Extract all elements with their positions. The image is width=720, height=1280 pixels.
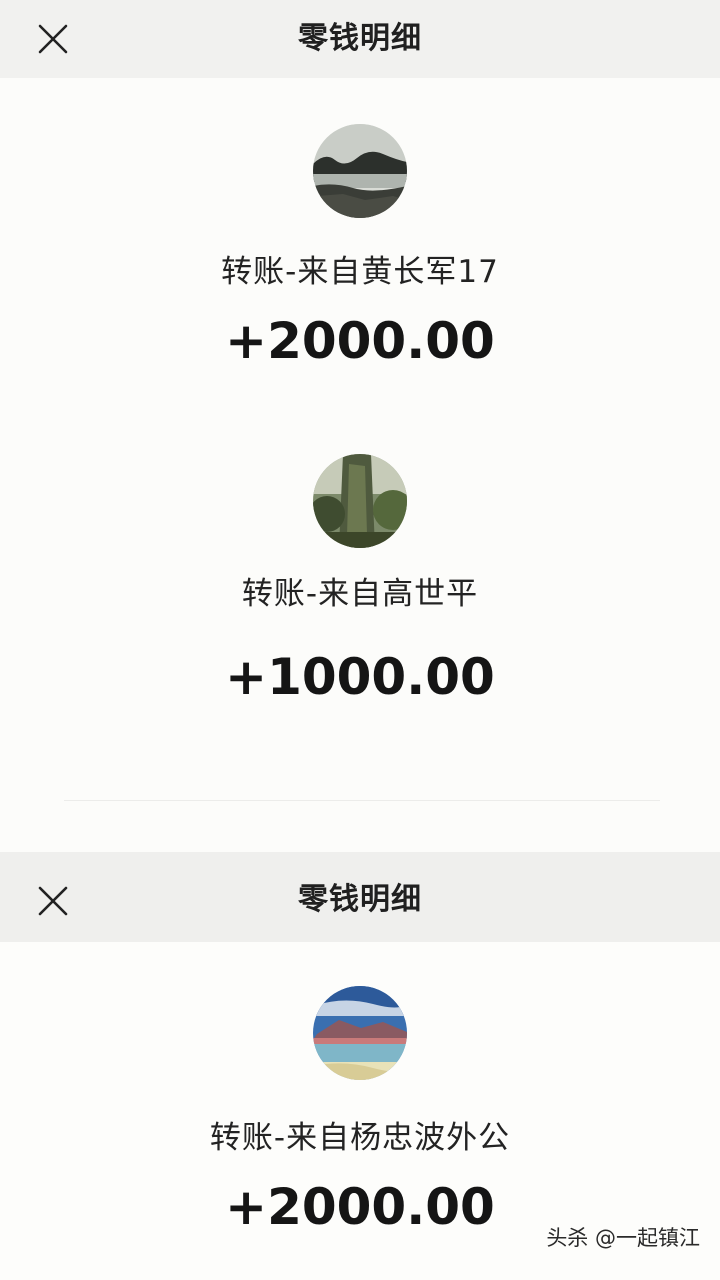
tree-forest-icon <box>313 454 407 548</box>
transfer-label: 转账-来自黄长军17 <box>221 254 499 290</box>
avatar <box>313 986 407 1080</box>
lake-landscape-icon <box>313 124 407 218</box>
page-title: 零钱明细 <box>298 882 422 917</box>
transaction-detail-screen-1: 零钱明细 转账-来自黄长军17 +2000.00 转账-来自高世平 +1000.… <box>0 0 720 852</box>
page-title: 零钱明细 <box>298 21 422 56</box>
divider <box>64 800 660 801</box>
transfer-amount: +2000.00 <box>225 312 495 370</box>
watermark: 头杀 @一起镇江 <box>546 1226 700 1250</box>
transfer-label: 转账-来自杨忠波外公 <box>209 1120 511 1156</box>
header-bar: 零钱明细 <box>0 852 720 942</box>
header-bar: 零钱明细 <box>0 0 720 78</box>
transaction-detail-screen-2: 零钱明细 转账-来自杨忠波外公 +2000.00 <box>0 852 720 1280</box>
transfer-amount: +1000.00 <box>225 648 495 706</box>
avatar <box>313 454 407 548</box>
avatar <box>313 124 407 218</box>
transfer-label: 转账-来自高世平 <box>241 576 479 612</box>
mountain-lake-icon <box>313 986 407 1080</box>
